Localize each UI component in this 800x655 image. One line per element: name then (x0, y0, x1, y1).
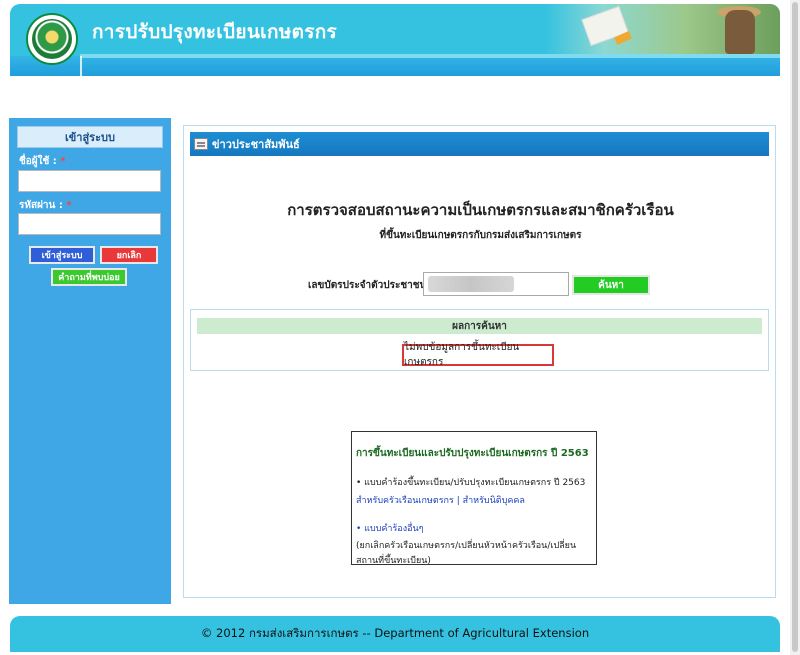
search-button[interactable]: ค้นหา (572, 275, 650, 295)
link-household[interactable]: สำหรับครัวเรือนเกษตรกร (356, 496, 454, 506)
link-juristic[interactable]: สำหรับนิติบุคคล (463, 496, 525, 506)
login-sidebar: เข้าสู่ระบบ ชื่อผู้ใช้ : * รหัสผ่าน : * … (9, 118, 171, 604)
registration-info-box: การขึ้นทะเบียนและปรับปรุงทะเบียนเกษตรกร … (351, 431, 597, 566)
search-result-box: ผลการค้นหา ไม่พบข้อมูลการขึ้นทะเบียนเกษต… (190, 309, 769, 371)
info-links: สำหรับครัวเรือนเกษตรกร | สำหรับนิติบุคคล (356, 493, 592, 507)
login-title: เข้าสู่ระบบ (17, 126, 163, 148)
page-subtitle: ที่ขึ้นทะเบียนเกษตรกรกับกรมส่งเสริมการเก… (379, 230, 582, 241)
citizen-id-label: เลขบัตรประจำตัวประชาชน: (308, 280, 431, 291)
info-form-item: • แบบคำร้องขึ้นทะเบียน/ปรับปรุงทะเบียนเก… (356, 478, 586, 488)
cancel-button[interactable]: ยกเลิก (100, 246, 158, 264)
page-title: การตรวจสอบสถานะความเป็นเกษตรกรและสมาชิกค… (287, 201, 674, 219)
required-mark: * (60, 156, 66, 167)
other-forms-description: (ยกเลิกครัวเรือนเกษตรกร/เปลี่ยนหัวหน้าคร… (356, 541, 577, 566)
site-title: การปรับปรุงทะเบียนเกษตรกร (92, 21, 338, 43)
news-bar: ข่าวประชาสัมพันธ์ (190, 132, 769, 156)
result-header: ผลการค้นหา (197, 318, 762, 334)
page: การปรับปรุงทะเบียนเกษตรกร เข้าสู่ระบบ ชื… (0, 0, 800, 655)
scrollbar-thumb[interactable] (792, 2, 798, 652)
result-message: ไม่พบข้อมูลการขึ้นทะเบียนเกษตรกร (402, 342, 554, 368)
main-panel: ข่าวประชาสัมพันธ์ การตรวจสอบสถานะความเป็… (183, 125, 776, 598)
info-title: การขึ้นทะเบียนและปรับปรุงทะเบียนเกษตรกร … (356, 448, 589, 459)
header-band-highlight (80, 54, 780, 58)
required-mark: * (66, 200, 72, 211)
footer-text: © 2012 กรมส่งเสริมการเกษตร -- Department… (200, 626, 590, 640)
password-input[interactable] (18, 213, 161, 235)
news-bar-title: ข่าวประชาสัมพันธ์ (212, 138, 300, 151)
banner-farmer (725, 10, 755, 54)
link-other-forms[interactable]: • แบบคำร้องอื่นๆ (356, 521, 592, 535)
site-footer: © 2012 กรมส่งเสริมการเกษตร -- Department… (10, 616, 780, 652)
citizen-id-input[interactable] (423, 272, 569, 296)
link-separator: | (453, 496, 463, 506)
site-header: การปรับปรุงทะเบียนเกษตรกร (10, 4, 780, 76)
header-banner-image (545, 4, 780, 56)
header-band (10, 56, 780, 76)
redacted-id-value (428, 276, 514, 292)
header-divider (80, 56, 82, 76)
newspaper-icon (194, 138, 208, 150)
faq-button[interactable]: คำถามที่พบบ่อย (51, 268, 127, 286)
login-button[interactable]: เข้าสู่ระบบ (29, 246, 95, 264)
username-input[interactable] (18, 170, 161, 192)
doae-logo-icon (26, 13, 78, 65)
username-label: ชื่อผู้ใช้ : * (19, 156, 66, 167)
password-label: รหัสผ่าน : * (19, 200, 72, 211)
